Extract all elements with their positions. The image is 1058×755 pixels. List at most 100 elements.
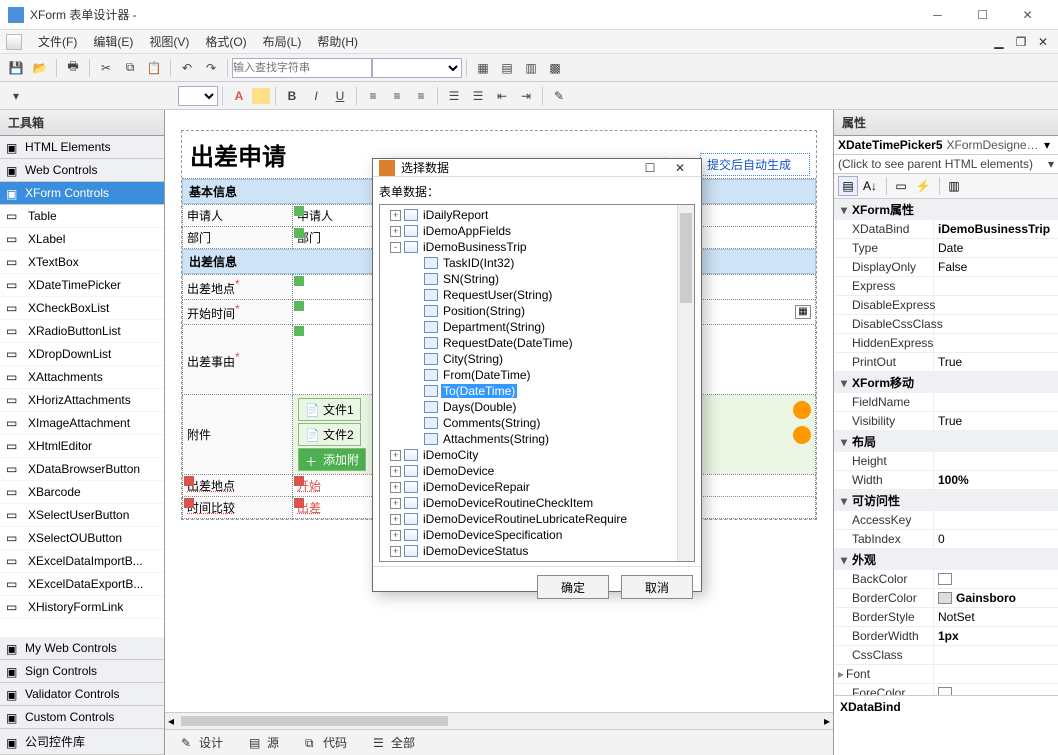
tree-node[interactable]: RequestDate(DateTime)	[382, 335, 692, 351]
dialog-close-button[interactable]: ✕	[665, 161, 695, 175]
property-value[interactable]	[934, 296, 1058, 314]
tree-node[interactable]: Comments(String)	[382, 415, 692, 431]
property-category[interactable]: ▾可访问性	[834, 490, 1058, 511]
property-row[interactable]: ▸Font	[834, 665, 1058, 684]
toolbox-item[interactable]: ▭XHtmlEditor	[0, 435, 164, 458]
data-tree[interactable]: +iDailyReport+iDemoAppFields-iDemoBusine…	[379, 204, 695, 562]
attachment-badge-icon[interactable]	[793, 401, 811, 419]
tree-node[interactable]: +iDemoDeviceRepair	[382, 479, 692, 495]
align-grid-button[interactable]: ▤	[496, 57, 518, 79]
layout2-button[interactable]: ▩	[544, 57, 566, 79]
tree-expand-icon[interactable]: +	[390, 514, 401, 525]
property-row[interactable]: TabIndex0	[834, 530, 1058, 549]
view-tab[interactable]: ✎设计	[171, 731, 233, 754]
property-value[interactable]: NotSet	[934, 608, 1058, 626]
redo-button[interactable]: ↷	[200, 57, 222, 79]
align-right-button[interactable]: ≡	[410, 85, 432, 107]
property-value[interactable]: True	[934, 353, 1058, 371]
toolbox-group[interactable]: ▣Validator Controls	[0, 683, 164, 706]
property-row[interactable]: FieldName	[834, 393, 1058, 412]
tree-node[interactable]: +iDemoDeviceRoutineLubricateRequire	[382, 511, 692, 527]
tree-node[interactable]: SN(String)	[382, 271, 692, 287]
property-pages-button[interactable]: ▥	[944, 176, 964, 196]
menu-item[interactable]: 布局(L)	[255, 32, 310, 52]
tree-expand-icon[interactable]: +	[390, 450, 401, 461]
events-button[interactable]: ⚡	[913, 176, 933, 196]
toolbox-item[interactable]: ▭XSelectUserButton	[0, 504, 164, 527]
property-value[interactable]	[934, 684, 1058, 695]
property-row[interactable]: Height	[834, 452, 1058, 471]
toolbox-item[interactable]: ▭XTextBox	[0, 251, 164, 274]
tree-node[interactable]: +iDemoDeviceRoutineCheckItem	[382, 495, 692, 511]
property-value[interactable]	[934, 570, 1058, 588]
app-menu-icon[interactable]	[6, 34, 22, 50]
tree-node[interactable]: +iDemoDeviceStatus	[382, 543, 692, 559]
collapse-icon[interactable]: ▾	[838, 553, 850, 567]
italic-button[interactable]: I	[305, 85, 327, 107]
property-value[interactable]: 0	[934, 530, 1058, 548]
tree-expand-icon[interactable]: +	[390, 210, 401, 221]
tree-node[interactable]: Position(String)	[382, 303, 692, 319]
tree-expand-icon[interactable]: +	[390, 498, 401, 509]
property-row[interactable]: DisableCssClass	[834, 315, 1058, 334]
property-row[interactable]: VisibilityTrue	[834, 412, 1058, 431]
toolbox-item[interactable]: ▭XHorizAttachments	[0, 389, 164, 412]
indent-button[interactable]: ⇥	[515, 85, 537, 107]
property-category[interactable]: ▾XForm属性	[834, 199, 1058, 220]
property-row[interactable]: BorderColorGainsboro	[834, 589, 1058, 608]
toolbox-item[interactable]: ▭XRadioButtonList	[0, 320, 164, 343]
tree-scrollbar[interactable]	[677, 205, 694, 561]
toolbox-group[interactable]: ▣Sign Controls	[0, 660, 164, 683]
dialog-titlebar[interactable]: 选择数据 ☐ ✕	[373, 159, 701, 177]
toolbox-group[interactable]: ▣Web Controls	[0, 159, 164, 182]
close-button[interactable]: ✕	[1005, 1, 1050, 29]
minimize-button[interactable]: ─	[915, 1, 960, 29]
grid-toggle-button[interactable]: ▦	[472, 57, 494, 79]
underline-button[interactable]: U	[329, 85, 351, 107]
property-row[interactable]: PrintOutTrue	[834, 353, 1058, 372]
menu-item[interactable]: 编辑(E)	[85, 32, 141, 52]
format-drop-button[interactable]: ▾	[5, 85, 27, 107]
print-button[interactable]: 🖶	[62, 57, 84, 79]
dialog-maximize-button[interactable]: ☐	[635, 161, 665, 175]
toolbox-item[interactable]: ▭XLabel	[0, 228, 164, 251]
backcolor-button[interactable]	[252, 88, 270, 104]
view-tab[interactable]: ☰全部	[363, 731, 425, 754]
outdent-button[interactable]: ⇤	[491, 85, 513, 107]
chevron-down-icon[interactable]: ▾	[1040, 138, 1054, 152]
paste-button[interactable]: 📋	[143, 57, 165, 79]
designer-hscrollbar[interactable]: ◂▸	[165, 712, 833, 729]
toolbox-item[interactable]: ▭XDataBrowserButton	[0, 458, 164, 481]
collapse-icon[interactable]: ▾	[838, 376, 850, 390]
property-category[interactable]: ▾布局	[834, 431, 1058, 452]
tree-node[interactable]: TaskID(Int32)	[382, 255, 692, 271]
toolbox-item[interactable]: ▭XExcelDataImportB...	[0, 550, 164, 573]
property-value[interactable]: False	[934, 258, 1058, 276]
property-value[interactable]	[934, 452, 1058, 470]
tree-node[interactable]: +iDemoAppFields	[382, 223, 692, 239]
property-row[interactable]: HiddenExpress	[834, 334, 1058, 353]
tree-expand-icon[interactable]: -	[390, 242, 401, 253]
tree-node[interactable]: +iDemoDeviceSpecification	[382, 527, 692, 543]
menu-item[interactable]: 文件(F)	[30, 32, 85, 52]
copy-button[interactable]: ⧉	[119, 57, 141, 79]
cancel-button[interactable]: 取消	[621, 575, 693, 599]
tree-node[interactable]: Attachments(String)	[382, 431, 692, 447]
forecolor-button[interactable]: A	[228, 85, 250, 107]
collapse-icon[interactable]: ▾	[838, 494, 850, 508]
property-row[interactable]: BackColor	[834, 570, 1058, 589]
search-scope-select[interactable]	[372, 58, 462, 78]
open-button[interactable]: 📂	[29, 57, 51, 79]
property-grid[interactable]: ▾XForm属性XDataBindiDemoBusinessTripTypeDa…	[834, 199, 1058, 695]
property-row[interactable]: DisplayOnlyFalse	[834, 258, 1058, 277]
toolbox-item[interactable]: ▭XBarcode	[0, 481, 164, 504]
tree-expand-icon[interactable]: +	[390, 482, 401, 493]
layout1-button[interactable]: ▥	[520, 57, 542, 79]
chevron-down-icon[interactable]: ▾	[1048, 157, 1054, 171]
property-value[interactable]	[934, 646, 1058, 664]
property-value[interactable]: 100%	[934, 471, 1058, 489]
font-select[interactable]	[178, 86, 218, 106]
property-value[interactable]	[934, 511, 1058, 529]
collapse-icon[interactable]: ▾	[838, 435, 850, 449]
mdi-restore-icon[interactable]: ❐	[1012, 34, 1030, 50]
